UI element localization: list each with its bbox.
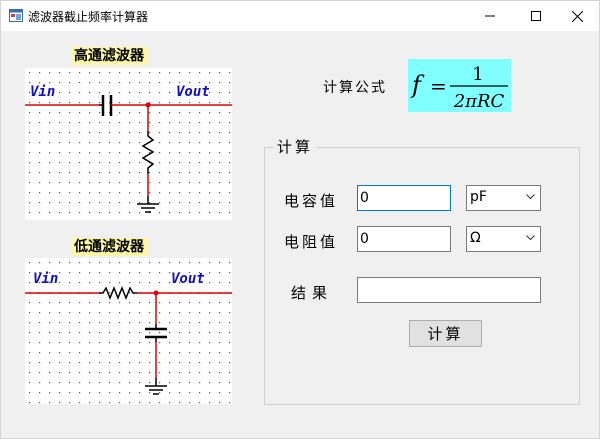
high-pass-title: 高通滤波器 bbox=[71, 47, 147, 65]
calculate-button[interactable]: 计算 bbox=[409, 320, 482, 347]
formula-numerator: 1 bbox=[472, 64, 483, 85]
formula-denominator: 2πRC bbox=[453, 91, 505, 112]
chevron-down-icon bbox=[526, 194, 535, 200]
minimize-button[interactable] bbox=[467, 1, 513, 31]
high-pass-vout-label: Vout bbox=[176, 84, 210, 100]
close-button[interactable] bbox=[554, 1, 600, 31]
capacitance-unit-value: pF bbox=[470, 189, 487, 205]
capacitance-unit-select[interactable]: pF bbox=[466, 185, 541, 211]
capacitance-label: 电容值 bbox=[284, 192, 339, 210]
result-label: 结果 bbox=[291, 284, 334, 302]
window-title: 滤波器截止频率计算器 bbox=[28, 10, 149, 24]
low-pass-vin-label: Vin bbox=[33, 271, 58, 287]
resistance-input[interactable] bbox=[357, 226, 451, 252]
maximize-button[interactable] bbox=[513, 1, 559, 31]
maximize-icon bbox=[531, 11, 541, 21]
resistance-unit-value: Ω bbox=[470, 230, 481, 246]
result-output[interactable] bbox=[357, 277, 541, 303]
app-icon bbox=[9, 9, 23, 22]
resistance-unit-select[interactable]: Ω bbox=[466, 226, 541, 252]
minimize-icon bbox=[485, 15, 495, 17]
formula-lhs: f bbox=[410, 71, 425, 99]
close-icon bbox=[571, 10, 583, 22]
low-pass-title: 低通滤波器 bbox=[71, 238, 147, 256]
capacitance-input[interactable] bbox=[357, 185, 451, 211]
high-pass-diagram: Vin Vout bbox=[25, 68, 232, 220]
resistance-label: 电阻值 bbox=[284, 233, 339, 251]
chevron-down-icon bbox=[526, 235, 535, 241]
formula-label: 计算公式 bbox=[323, 80, 387, 96]
low-pass-diagram: Vin Vout bbox=[25, 258, 232, 404]
formula-equals: = bbox=[430, 74, 447, 98]
high-pass-vin-label: Vin bbox=[30, 84, 55, 100]
formula-image: f = 1 2πRC bbox=[408, 59, 511, 112]
app-window: 滤波器截止频率计算器 高通滤波器 Vin Vout 低通滤波器 Vin Vout… bbox=[0, 0, 600, 439]
low-pass-vout-label: Vout bbox=[171, 271, 205, 287]
calc-group-title: 计算 bbox=[273, 136, 318, 157]
title-bar: 滤波器截止频率计算器 bbox=[1, 1, 599, 31]
